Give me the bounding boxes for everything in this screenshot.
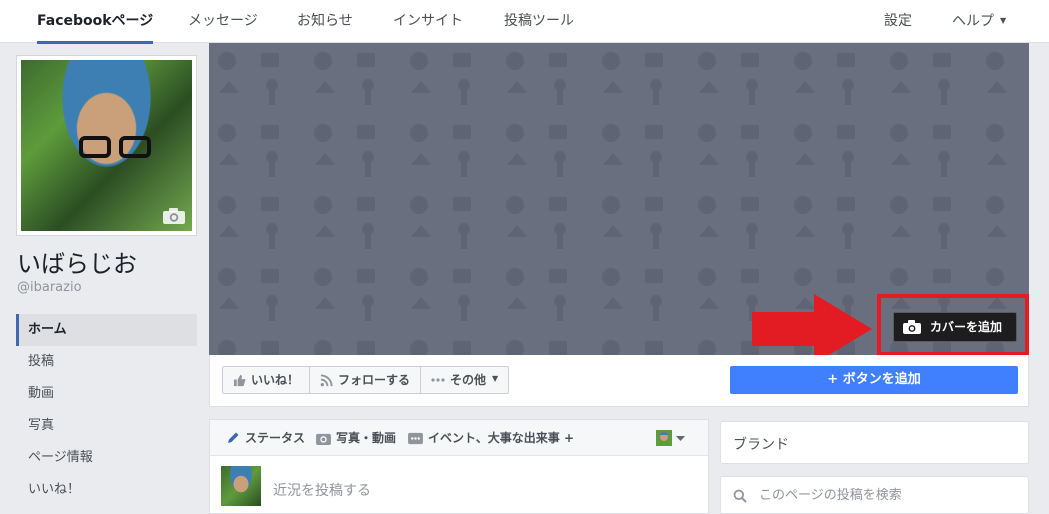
page-action-bar: いいね！ フォローする その他 ▼ + ボタンを追加 — [209, 355, 1029, 407]
arrow-right-icon — [752, 294, 872, 364]
audience-selector[interactable] — [656, 430, 686, 446]
page-handle[interactable]: @ibarazio — [17, 280, 82, 295]
composer-tab-photo-video-label: 写真・動画 — [336, 431, 397, 445]
settings-link[interactable]: 設定 — [884, 0, 912, 43]
composer-input[interactable]: 近況を投稿する — [273, 480, 371, 500]
composer-tab-status[interactable]: ステータス — [226, 420, 305, 456]
leftnav-item-home[interactable]: ホーム — [16, 314, 197, 346]
composer-tab-event-label: イベント、大事な出来事 + — [428, 431, 574, 445]
brand-label: ブランド — [733, 437, 789, 453]
camera-icon — [903, 320, 921, 334]
top-navigation: Facebookページ メッセージ お知らせ インサイト 投稿ツール 設定 ヘル… — [0, 0, 1049, 44]
follow-label: フォローする — [338, 373, 411, 387]
composer-tabs: ステータス 写真・動画 イベント、大事な出来事 + — [210, 420, 708, 456]
composer-tab-event[interactable]: イベント、大事な出来事 + — [408, 420, 574, 456]
leftnav-item-likes[interactable]: いいね！ — [16, 474, 197, 506]
help-label: ヘルプ — [952, 13, 994, 30]
tab-messages[interactable]: メッセージ — [188, 0, 258, 43]
more-dots-icon — [431, 378, 445, 382]
tab-publishing-tools[interactable]: 投稿ツール — [504, 0, 574, 43]
search-icon — [733, 489, 747, 503]
thumbs-up-icon — [233, 374, 246, 386]
event-icon — [408, 432, 423, 444]
page-post-search — [720, 476, 1029, 514]
chevron-down-icon: ▼ — [1000, 16, 1007, 25]
like-label: いいね！ — [251, 373, 300, 387]
leftnav-item-posts[interactable]: 投稿 — [16, 346, 197, 378]
add-cover-label: カバーを追加 — [930, 320, 1003, 334]
brand-card: ブランド — [720, 421, 1029, 464]
page-left-nav: ホーム 投稿 動画 写真 ページ情報 いいね！ — [16, 314, 197, 506]
post-composer: ステータス 写真・動画 イベント、大事な出来事 + 近況を投稿する — [209, 419, 709, 514]
tab-facebook-page[interactable]: Facebookページ — [37, 0, 154, 44]
search-input[interactable] — [759, 483, 1019, 507]
leftnav-item-videos[interactable]: 動画 — [16, 378, 197, 410]
chevron-down-icon: ▼ — [492, 374, 499, 383]
profile-picture[interactable] — [16, 55, 197, 236]
rss-icon — [320, 373, 333, 386]
add-cover-button[interactable]: カバーを追加 — [893, 312, 1017, 342]
action-button-group: いいね！ フォローする その他 ▼ — [222, 366, 510, 394]
tab-insights[interactable]: インサイト — [393, 0, 463, 43]
page-name: いばらじお — [17, 250, 137, 278]
like-button[interactable]: いいね！ — [223, 367, 311, 393]
glasses-detail — [79, 136, 159, 160]
composer-tab-status-label: ステータス — [245, 431, 306, 445]
profile-photo — [21, 60, 192, 231]
add-button[interactable]: + ボタンを追加 — [730, 366, 1018, 394]
leftnav-item-photos[interactable]: 写真 — [16, 410, 197, 442]
leftnav-item-about[interactable]: ページ情報 — [16, 442, 197, 474]
camera-icon[interactable] — [162, 207, 186, 225]
tab-notifications[interactable]: お知らせ — [297, 0, 353, 43]
photo-icon — [316, 433, 331, 445]
more-button[interactable]: その他 ▼ — [421, 367, 508, 393]
follow-button[interactable]: フォローする — [310, 367, 422, 393]
help-menu[interactable]: ヘルプ ▼ — [952, 0, 1006, 43]
avatar — [221, 466, 261, 506]
pencil-icon — [228, 432, 239, 443]
composer-tab-photo-video[interactable]: 写真・動画 — [316, 420, 396, 456]
more-label: その他 — [450, 373, 487, 387]
